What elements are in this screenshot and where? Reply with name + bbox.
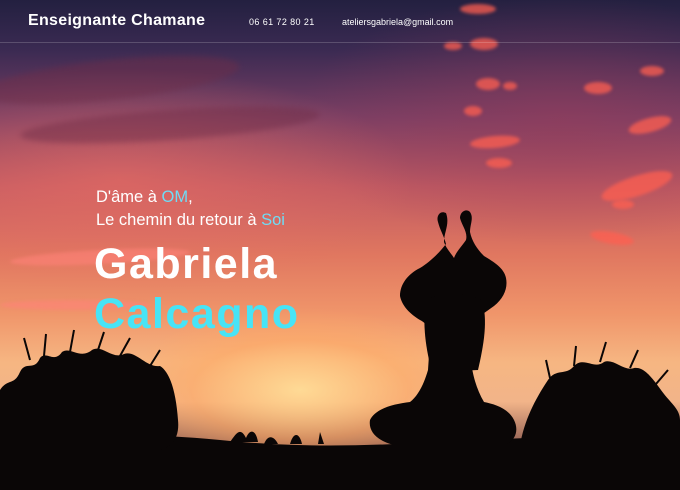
tagline-text: D'âme à [96, 188, 162, 206]
top-bar: Enseignante Chamane 06 61 72 80 21 ateli… [0, 0, 680, 43]
hero-section: Enseignante Chamane 06 61 72 80 21 ateli… [0, 0, 680, 490]
tagline-accent-soi: Soi [261, 211, 285, 229]
tagline-accent-om: OM [161, 188, 189, 206]
email-link[interactable]: ateliersgabriela@gmail.com [342, 17, 453, 27]
tagline-punct: , [188, 188, 193, 206]
tagline-line-1: D'âme à OM, [96, 186, 285, 209]
hero-tagline: D'âme à OM, Le chemin du retour à Soi [96, 186, 285, 232]
hero-first-name: Gabriela [94, 240, 279, 288]
site-brand[interactable]: Enseignante Chamane [28, 12, 205, 30]
hero-last-name: Calcagno [94, 290, 300, 338]
tagline-line-2: Le chemin du retour à Soi [96, 209, 285, 232]
phone-link[interactable]: 06 61 72 80 21 [249, 17, 315, 27]
tagline-text-2: Le chemin du retour à [96, 211, 262, 229]
